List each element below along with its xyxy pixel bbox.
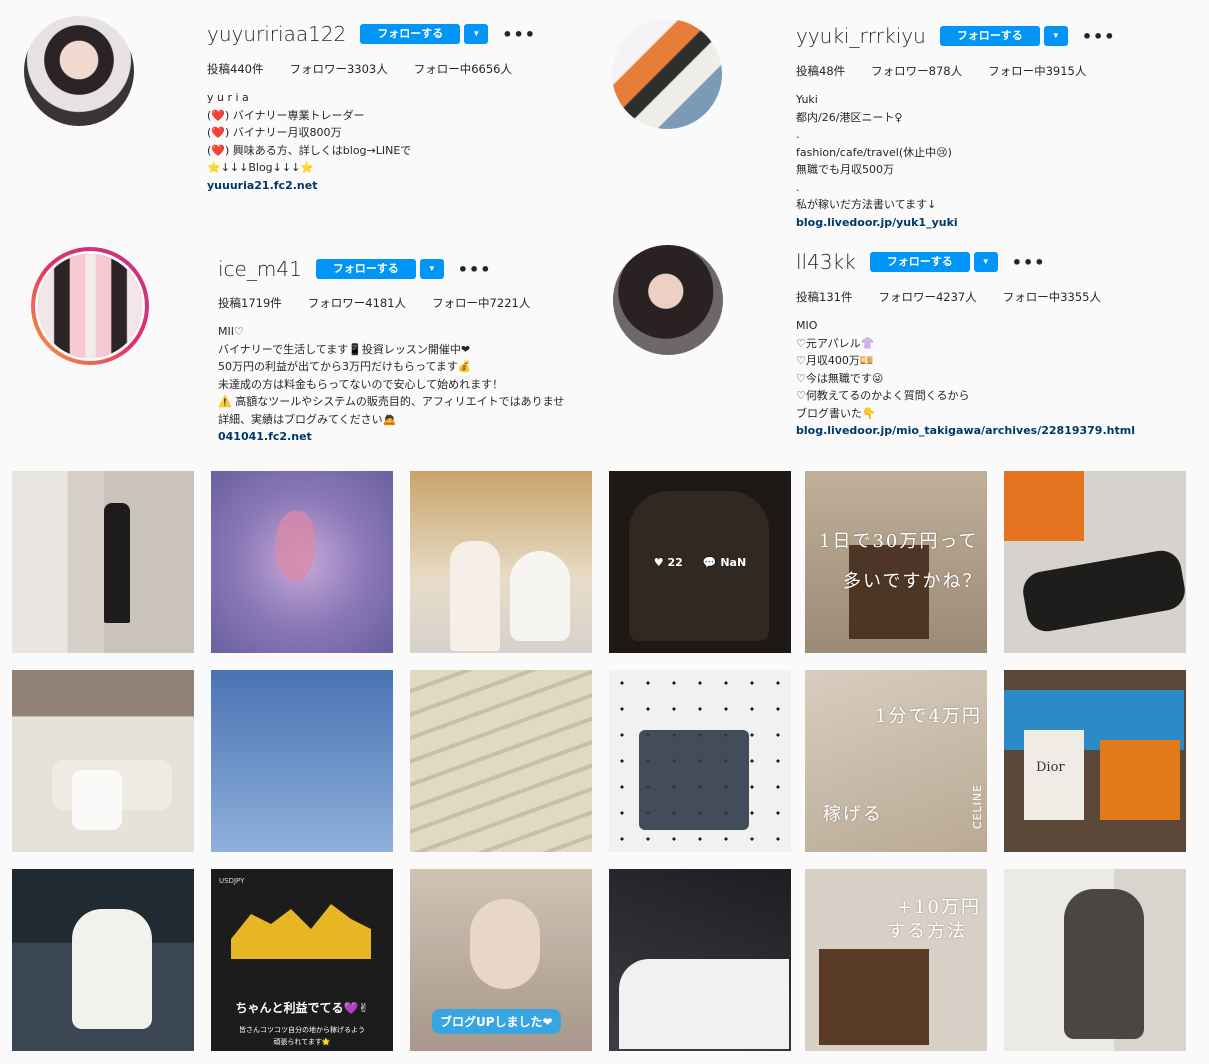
bio-line: fashion/cafe/travel(休止中😢) — [796, 145, 952, 159]
post-overlay-text: 1日で30万円って — [819, 531, 979, 552]
bio-line: バイナリーで生活してます📱投資レッスン開催中❤ — [218, 342, 471, 356]
post-thumbnail[interactable] — [12, 869, 194, 1051]
followers-count[interactable]: フォロワー4237人 — [878, 289, 976, 305]
post-thumbnail[interactable] — [211, 471, 393, 653]
comments-count: 💬 NaN — [702, 555, 747, 569]
bio-line: MII♡ — [218, 325, 244, 338]
posts-count: 投稿48件 — [796, 64, 846, 78]
post-overlay-text: +10万円 — [897, 897, 981, 918]
post-overlay-text: 多いですかね？ — [843, 571, 983, 592]
bio-line: ♡元アパレル👚 — [796, 336, 875, 350]
bio-line: (❤️) バイナリー専業トレーダー — [207, 108, 365, 122]
post-thumbnail[interactable] — [609, 670, 791, 852]
post-overlay-text: 1分で4万円 — [875, 706, 982, 727]
followers-count[interactable]: フォロワー3303人 — [289, 61, 387, 77]
more-options-icon[interactable]: ••• — [1012, 253, 1046, 272]
bio-line: 50万円の利益が出てから3万円だけもらってます💰 — [218, 360, 472, 373]
avatar — [35, 251, 145, 361]
more-options-icon[interactable]: ••• — [458, 260, 492, 279]
post-thumbnail[interactable] — [1004, 471, 1186, 653]
username[interactable]: yyuki_rrrkiyu — [796, 24, 926, 48]
more-options-icon[interactable]: ••• — [1082, 27, 1116, 46]
bio-line: 未達成の方は料金もらってないので安心して始めれます！ — [218, 377, 504, 391]
post-thumbnail[interactable]: USDJPY ちゃんと利益でてる💜✌ 皆さんコツコツ自分の地から稼げるよう 頑張… — [211, 869, 393, 1051]
likes-count: ♥ 22 — [653, 555, 683, 569]
chevron-down-icon[interactable]: ▼ — [419, 259, 444, 279]
post-thumbnail[interactable] — [410, 471, 592, 653]
post-thumbnail[interactable] — [1004, 869, 1186, 1051]
bio-line: ⚠️ 高額なツールやシステムの販売目的、アフィリエイトではありませ — [218, 395, 565, 408]
post-thumbnail[interactable] — [410, 670, 592, 852]
bio: MIO ♡元アパレル👚 ♡月収400万💴 ♡今は無職です😜 ♡何教えてるのかよく… — [796, 317, 1135, 440]
post-thumbnail[interactable]: 1分で4万円 稼げる CELINE — [805, 670, 987, 852]
follow-button[interactable]: フォローする — [315, 259, 416, 279]
brand-label: Dior — [1036, 760, 1065, 775]
post-thumbnail[interactable] — [211, 670, 393, 852]
bio-link[interactable]: yuuuria21.fc2.net — [207, 177, 411, 195]
bio: Yuki 都内/26/港区ニート♀ . fashion/cafe/travel(… — [796, 91, 958, 231]
avatar[interactable] — [612, 19, 722, 129]
post-caption-sub: 皆さんコツコツ自分の地から稼げるよう — [239, 1026, 365, 1034]
post-thumbnail[interactable]: Dior — [1004, 670, 1186, 852]
bio-line: (❤️) バイナリー月収800万 — [207, 126, 342, 139]
username[interactable]: yuyuririaa122 — [207, 22, 346, 46]
bio-link[interactable]: blog.livedoor.jp/mio_takigawa/archives/2… — [796, 422, 1135, 440]
bio-line: . — [796, 128, 800, 141]
post-overlay-text: する方法 — [887, 921, 967, 942]
bio-line: ブログ書いた👇 — [796, 406, 876, 420]
following-count[interactable]: フォロー中6656人 — [414, 61, 512, 77]
followers-count[interactable]: フォロワー4181人 — [308, 295, 406, 311]
bio-link[interactable]: 041041.fc2.net — [218, 428, 564, 446]
chevron-down-icon[interactable]: ▼ — [1043, 26, 1068, 46]
bio-line: ♡月収400万💴 — [796, 354, 874, 367]
posts-count: 投稿1719件 — [218, 296, 282, 310]
bio-line: 詳細、実績はブログみてください🙇 — [218, 412, 397, 426]
post-caption-sub: 頑張られてます🌟 — [273, 1038, 331, 1046]
brand-label: CELINE — [971, 783, 985, 830]
chevron-down-icon[interactable]: ▼ — [464, 24, 489, 44]
avatar-story-ring[interactable] — [31, 247, 149, 365]
post-thumbnail[interactable]: 1日で30万円って 多いですかね？ — [805, 471, 987, 653]
following-count[interactable]: フォロー中3915人 — [988, 63, 1086, 79]
posts-count: 投稿131件 — [796, 290, 853, 304]
bio-line: MIO — [796, 319, 818, 332]
avatar[interactable] — [613, 245, 723, 355]
post-thumbnail[interactable] — [12, 670, 194, 852]
follow-button[interactable]: フォローする — [939, 26, 1040, 46]
bio: MII♡ バイナリーで生活してます📱投資レッスン開催中❤ 50万円の利益が出てか… — [218, 323, 564, 446]
post-thumbnail[interactable]: ブログUPしました❤ — [410, 869, 592, 1051]
post-thumbnail[interactable] — [609, 869, 791, 1051]
post-hover-overlay: ♥ 22 💬 NaN — [609, 471, 791, 653]
follow-button[interactable]: フォローする — [360, 24, 461, 44]
username[interactable]: ice_m41 — [218, 257, 302, 281]
bio-line: ⭐↓↓↓Blog↓↓↓⭐ — [207, 161, 315, 174]
bio-line: ♡何教えてるのかよく質問くるから — [796, 389, 970, 402]
follow-button[interactable]: フォローする — [869, 252, 970, 272]
bio-line: (❤️) 興味ある方、詳しくはblog→LINEで — [207, 143, 412, 157]
post-thumbnail[interactable] — [12, 471, 194, 653]
trading-chart — [231, 904, 371, 959]
bio-line: 無職でも月収500万 — [796, 163, 894, 176]
post-caption: ちゃんと利益でてる💜✌ — [235, 1001, 369, 1015]
bio: y u r i a (❤️) バイナリー専業トレーダー (❤️) バイナリー月収… — [207, 89, 411, 194]
bio-line: Yuki — [796, 93, 818, 106]
bio-line: y u r i a — [207, 91, 249, 104]
username[interactable]: ll43kk — [796, 250, 856, 274]
following-count[interactable]: フォロー中3355人 — [1003, 289, 1101, 305]
post-thumbnail[interactable]: ♥ 22 💬 NaN — [609, 471, 791, 653]
post-caption: ブログUPしました❤ — [432, 1009, 561, 1034]
avatar[interactable] — [24, 16, 134, 126]
followers-count[interactable]: フォロワー878人 — [871, 63, 962, 79]
bio-line: 都内/26/港区ニート♀ — [796, 110, 903, 124]
following-count[interactable]: フォロー中7221人 — [432, 295, 530, 311]
post-overlay-text: 稼げる — [823, 804, 883, 825]
bio-line: 私が稼いだ方法書いてます↓ — [796, 198, 937, 211]
posts-count: 投稿440件 — [207, 62, 264, 76]
bio-link[interactable]: blog.livedoor.jp/yuk1_yuki — [796, 214, 958, 232]
chevron-down-icon[interactable]: ▼ — [973, 252, 998, 272]
bio-line: ♡今は無職です😜 — [796, 371, 884, 385]
post-thumbnail[interactable]: +10万円 する方法 — [805, 869, 987, 1051]
more-options-icon[interactable]: ••• — [502, 25, 536, 44]
bio-line: . — [796, 180, 800, 194]
